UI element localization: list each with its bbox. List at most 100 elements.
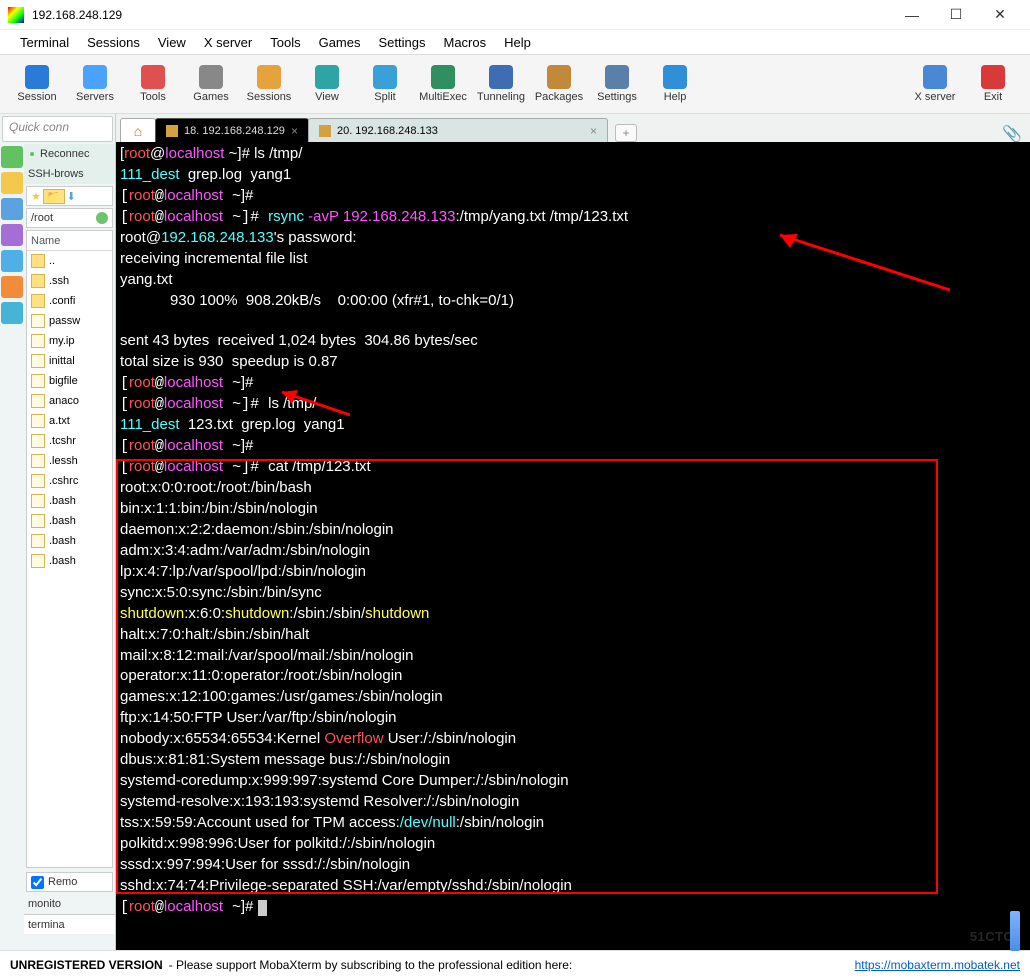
sidebar-tool-1[interactable] [1, 172, 23, 194]
tools-icon [141, 65, 165, 89]
tool-x-server[interactable]: X server [906, 65, 964, 103]
tool-games[interactable]: Games [182, 65, 240, 103]
file-row[interactable]: .bash [27, 531, 112, 551]
remote-label: Remo [48, 876, 77, 888]
new-tab-button[interactable]: + [615, 124, 637, 142]
sidebar-tool-4[interactable] [1, 250, 23, 272]
file-row[interactable]: .confi [27, 291, 112, 311]
sidebar-tool-5[interactable] [1, 276, 23, 298]
menu-help[interactable]: Help [496, 33, 539, 52]
unregistered-label: UNREGISTERED VERSION [10, 958, 163, 972]
games-icon [199, 65, 223, 89]
file-row[interactable]: .. [27, 251, 112, 271]
main-row: Quick conn Reconnec SSH-brows ★ 📁 ⬇ /roo… [0, 114, 1030, 950]
file-row[interactable]: passw [27, 311, 112, 331]
sidebar-tool-2[interactable] [1, 198, 23, 220]
footer-message: - Please support MobaXterm by subscribin… [169, 958, 849, 972]
tool-view[interactable]: View [298, 65, 356, 103]
tab-active[interactable]: 18. 192.168.248.129 × [155, 118, 309, 142]
file-icon [31, 474, 45, 488]
file-row[interactable]: .lessh [27, 451, 112, 471]
tool-split[interactable]: Split [356, 65, 414, 103]
session-icon [166, 125, 178, 137]
menu-view[interactable]: View [150, 33, 194, 52]
remote-monitor-checkbox[interactable] [31, 876, 44, 889]
tool-help[interactable]: Help [646, 65, 704, 103]
toolbar: SessionServersToolsGamesSessionsViewSpli… [0, 54, 1030, 114]
tool-servers[interactable]: Servers [66, 65, 124, 103]
file-icon [31, 334, 45, 348]
sidebar-tool-3[interactable] [1, 224, 23, 246]
file-icon [31, 454, 45, 468]
path-ok-icon [96, 212, 108, 224]
app-logo [8, 7, 24, 23]
menu-sessions[interactable]: Sessions [79, 33, 148, 52]
sidebar-tool-0[interactable] [1, 146, 23, 168]
file-row[interactable]: anaco [27, 391, 112, 411]
menu-games[interactable]: Games [311, 33, 369, 52]
name-header[interactable]: Name [27, 231, 112, 251]
file-row[interactable]: .cshrc [27, 471, 112, 491]
quick-connect-input[interactable]: Quick conn [2, 116, 113, 142]
session-icon [319, 125, 331, 137]
tool-tools[interactable]: Tools [124, 65, 182, 103]
folder-icon [31, 294, 45, 308]
path-input[interactable]: /root [31, 212, 53, 224]
file-row[interactable]: my.ip [27, 331, 112, 351]
tool-multiexec[interactable]: MultiExec [414, 65, 472, 103]
watermark: 51CTO [970, 929, 1014, 944]
servers-icon [83, 65, 107, 89]
menu-tools[interactable]: Tools [262, 33, 308, 52]
ssh-browser-label[interactable]: SSH-brows [28, 168, 84, 180]
file-row[interactable]: .bash [27, 511, 112, 531]
tool-settings[interactable]: Settings [588, 65, 646, 103]
tool-exit[interactable]: Exit [964, 65, 1022, 103]
tab-close-icon[interactable]: × [590, 124, 597, 138]
file-icon [31, 354, 45, 368]
file-row[interactable]: inittal [27, 351, 112, 371]
session-icon [25, 65, 49, 89]
file-icon [31, 374, 45, 388]
minimize-button[interactable]: — [890, 0, 934, 30]
tool-session[interactable]: Session [8, 65, 66, 103]
tab-close-icon[interactable]: × [291, 124, 298, 138]
file-row[interactable]: a.txt [27, 411, 112, 431]
scrollbar[interactable] [1010, 911, 1020, 951]
menu-bar: Terminal Sessions View X server Tools Ga… [0, 30, 1030, 54]
footer-link[interactable]: https://mobaxterm.mobatek.net [855, 958, 1020, 972]
tool-tunneling[interactable]: Tunneling [472, 65, 530, 103]
folder-icon [31, 274, 45, 288]
file-row[interactable]: bigfile [27, 371, 112, 391]
title-bar: 192.168.248.129 — ☐ ✕ [0, 0, 1030, 30]
tool-sessions[interactable]: Sessions [240, 65, 298, 103]
menu-settings[interactable]: Settings [371, 33, 434, 52]
maximize-button[interactable]: ☐ [934, 0, 978, 30]
sidebar-icon-strip [0, 144, 24, 934]
menu-terminal[interactable]: Terminal [12, 33, 77, 52]
reconnect-label[interactable]: Reconnec [40, 148, 90, 160]
file-row[interactable]: .bash [27, 551, 112, 571]
file-row[interactable]: .ssh [27, 271, 112, 291]
paperclip-icon[interactable]: 📎 [1002, 124, 1020, 142]
split-icon [373, 65, 397, 89]
file-row[interactable]: .tcshr [27, 431, 112, 451]
menu-macros[interactable]: Macros [435, 33, 494, 52]
tab-home[interactable]: ⌂ [120, 118, 156, 142]
file-icon [31, 414, 45, 428]
folder-icon[interactable]: 📁 [43, 189, 65, 204]
settings-icon [605, 65, 629, 89]
file-row[interactable]: .bash [27, 491, 112, 511]
multiexec-icon [431, 65, 455, 89]
tab-other[interactable]: 20. 192.168.248.133 × [308, 118, 608, 142]
file-icon [31, 394, 45, 408]
download-icon[interactable]: ⬇ [67, 190, 76, 203]
file-icon [31, 314, 45, 328]
terminal-output[interactable]: [root@localhost ~]# ls /tmp/ 111_dest gr… [116, 142, 1030, 950]
sidebar-tool-6[interactable] [1, 302, 23, 324]
close-button[interactable]: ✕ [978, 0, 1022, 30]
tunneling-icon [489, 65, 513, 89]
footer-bar: UNREGISTERED VERSION - Please support Mo… [0, 950, 1030, 978]
sidebar: Quick conn Reconnec SSH-brows ★ 📁 ⬇ /roo… [0, 114, 116, 950]
tool-packages[interactable]: Packages [530, 65, 588, 103]
menu-xserver[interactable]: X server [196, 33, 260, 52]
